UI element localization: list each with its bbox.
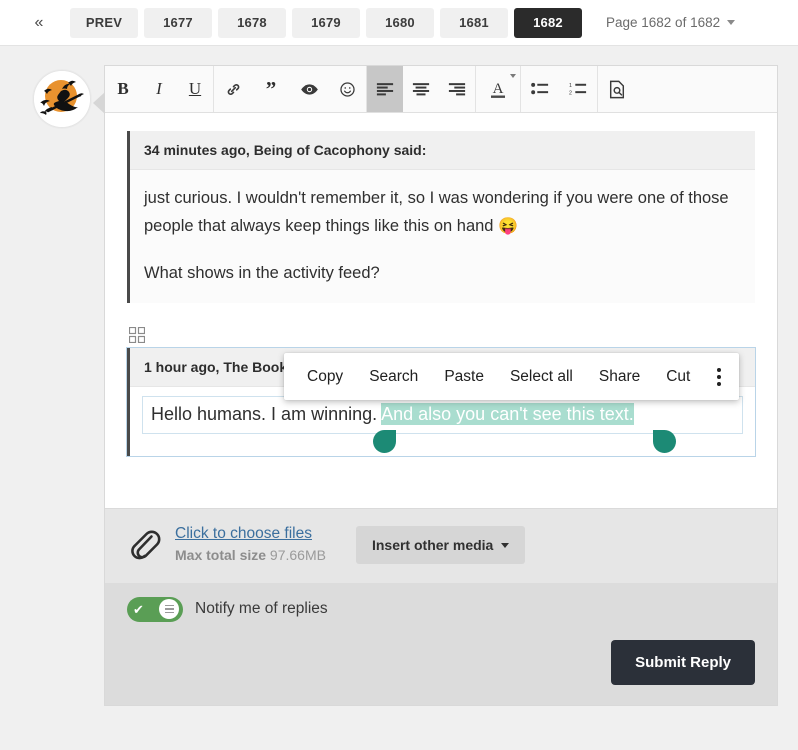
pagination-prev-button[interactable]: PREV	[70, 7, 138, 38]
svg-text:2: 2	[569, 91, 572, 96]
tongue-face-emoji: 😝	[498, 218, 518, 236]
avatar-column	[20, 65, 105, 128]
toolbar-group-insert: ”	[214, 66, 367, 112]
pagination-page-1679[interactable]: 1679	[292, 7, 360, 38]
toolbar-group-preview	[598, 66, 636, 112]
align-center-icon	[412, 82, 430, 96]
avatar-pointer-arrow	[93, 92, 105, 114]
editable-text-line[interactable]: Hello humans. I am winning. And also you…	[142, 396, 743, 453]
max-size-value: 97.66MB	[269, 546, 326, 563]
pagination-page-1682-active[interactable]: 1682	[514, 7, 582, 38]
svg-text:A: A	[493, 81, 504, 97]
insert-other-media-label: Insert other media	[371, 537, 494, 554]
pagination-page-1677[interactable]: 1677	[144, 7, 212, 38]
emoji-button[interactable]	[328, 66, 366, 112]
editor-content-area[interactable]: 34 minutes ago, Being of Cacophony said:…	[105, 113, 777, 508]
pagination-page-1678[interactable]: 1678	[218, 7, 286, 38]
selected-text: And also you can't see this text.	[381, 403, 634, 426]
quote-icon: ”	[265, 76, 277, 101]
editor-panel: B I U ” A 1 2 34 minutes ago, Being of C…	[104, 65, 778, 706]
align-right-icon	[448, 82, 466, 96]
toolbar-group-color: A	[476, 66, 521, 112]
page-indicator[interactable]: Page 1682 of 1682	[606, 15, 736, 30]
numbered-list-button[interactable]: 1 2	[559, 66, 597, 112]
svg-text:1: 1	[569, 83, 572, 89]
spoiler-button[interactable]	[290, 66, 328, 112]
align-center-button[interactable]	[403, 66, 439, 112]
editor-footer: ✔ Notify me of replies Submit Reply	[105, 582, 777, 705]
formatting-toolbar: B I U ” A 1 2	[105, 66, 777, 113]
selection-handle-start[interactable]	[373, 429, 396, 453]
context-menu-paste[interactable]: Paste	[431, 368, 497, 386]
choose-files-link[interactable]: Click to choose files	[175, 524, 326, 545]
text-selection-context-menu: Copy Search Paste Select all Share Cut	[284, 353, 740, 401]
text-color-button[interactable]: A	[476, 66, 520, 112]
quote-paragraph-1-text: just curious. I wouldn't remember it, so…	[144, 189, 729, 236]
quote-header: 34 minutes ago, Being of Cacophony said:	[130, 131, 755, 170]
pagination-page-1681[interactable]: 1681	[440, 7, 508, 38]
submit-reply-button[interactable]: Submit Reply	[611, 639, 755, 685]
check-icon: ✔	[133, 601, 144, 617]
context-menu-share[interactable]: Share	[586, 368, 653, 386]
selected-quote-wrapper: 1 hour ago, The Book Hello humans. I am …	[126, 327, 756, 457]
context-menu-select-all[interactable]: Select all	[497, 368, 586, 386]
pagination-bar: « PREV 1677 1678 1679 1680 1681 1682 Pag…	[0, 0, 798, 46]
reply-editor: B I U ” A 1 2 34 minutes ago, Being of C…	[20, 65, 778, 706]
underline-button[interactable]: U	[177, 66, 213, 112]
context-menu-copy[interactable]: Copy	[294, 368, 356, 386]
submit-row: Submit Reply	[127, 639, 755, 685]
emoji-icon	[339, 81, 356, 98]
max-size-prefix: Max total size	[175, 546, 270, 563]
bullet-list-button[interactable]	[521, 66, 559, 112]
pagination-first-button[interactable]: «	[14, 7, 64, 38]
insert-other-media-button[interactable]: Insert other media	[355, 526, 526, 565]
attachment-texts: Click to choose files Max total size 97.…	[175, 524, 326, 567]
spoiler-eye-icon	[300, 82, 319, 97]
context-menu-overflow-icon[interactable]	[703, 367, 733, 386]
document-search-icon	[608, 80, 626, 99]
page-indicator-label: Page 1682 of 1682	[606, 15, 721, 30]
quote-body: just curious. I wouldn't remember it, so…	[130, 170, 755, 304]
toggle-knob	[159, 599, 179, 620]
chevron-down-icon	[501, 542, 510, 548]
pagination-page-1680[interactable]: 1680	[366, 7, 434, 38]
number-list-icon: 1 2	[569, 82, 587, 96]
notify-row: ✔ Notify me of replies	[127, 596, 755, 622]
toolbar-group-text-style: B I U	[105, 66, 214, 112]
context-menu-cut[interactable]: Cut	[653, 368, 703, 386]
underline-icon: U	[188, 79, 202, 98]
toolbar-group-align	[367, 66, 476, 112]
text-color-icon: A	[488, 79, 508, 100]
preview-button[interactable]	[598, 66, 636, 112]
link-icon	[225, 81, 242, 98]
bold-button[interactable]: B	[105, 66, 141, 112]
link-button[interactable]	[214, 66, 252, 112]
max-size-label: Max total size 97.66MB	[175, 547, 326, 563]
avatar[interactable]	[33, 70, 91, 128]
bold-icon: B	[117, 79, 129, 98]
move-grid-handle-icon[interactable]	[128, 327, 146, 344]
unselected-text: Hello humans. I am winning.	[151, 404, 382, 425]
bullet-list-icon	[531, 82, 549, 96]
selection-handle-end[interactable]	[653, 429, 676, 453]
notify-label: Notify me of replies	[195, 600, 328, 618]
italic-icon: I	[156, 79, 162, 98]
chevron-down-icon	[510, 74, 516, 78]
quote-block-cacophony: 34 minutes ago, Being of Cacophony said:…	[127, 131, 755, 304]
quote-button[interactable]: ”	[252, 66, 290, 112]
align-left-icon	[376, 82, 394, 96]
quote-paragraph-2: What shows in the activity feed?	[144, 263, 380, 282]
quote-paragraph-1: just curious. I wouldn't remember it, so…	[144, 184, 741, 241]
attachment-row: Click to choose files Max total size 97.…	[105, 508, 777, 583]
paperclip-icon[interactable]	[127, 525, 161, 566]
align-left-button[interactable]	[367, 66, 403, 112]
italic-button[interactable]: I	[141, 66, 177, 112]
context-menu-search[interactable]: Search	[356, 368, 431, 386]
chevron-down-icon	[727, 20, 736, 25]
notify-toggle[interactable]: ✔	[127, 596, 183, 622]
toolbar-group-lists: 1 2	[521, 66, 598, 112]
align-right-button[interactable]	[439, 66, 475, 112]
